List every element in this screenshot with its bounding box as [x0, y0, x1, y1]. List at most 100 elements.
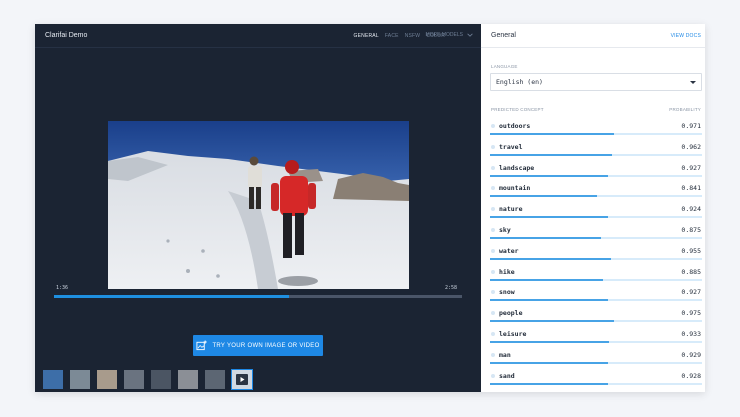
- concept-dot-icon: [491, 311, 495, 316]
- concept-name: hike: [499, 267, 515, 276]
- thumbnail[interactable]: [205, 370, 225, 389]
- video-panel: Clarifai Demo GENERAL FACE NSFW COLOR MO…: [35, 24, 481, 392]
- concept-row: water 0.955: [481, 242, 705, 263]
- concept-row: sand 0.928: [481, 367, 705, 388]
- tab-general[interactable]: GENERAL: [354, 33, 379, 39]
- try-own-image-button[interactable]: TRY YOUR OWN IMAGE OR VIDEO: [193, 335, 323, 356]
- thumbnail-strip: [43, 369, 253, 390]
- concept-probability: 0.841: [681, 184, 701, 193]
- concept-name: sand: [499, 371, 515, 380]
- chevron-down-icon: [467, 33, 473, 37]
- thumbnail[interactable]: [97, 370, 117, 389]
- caret-down-icon: [690, 81, 696, 84]
- probability-bar: [490, 382, 609, 385]
- more-models-dropdown[interactable]: MORE MODELS: [425, 32, 473, 38]
- language-value: English (en): [496, 78, 543, 86]
- language-select[interactable]: English (en): [490, 73, 702, 91]
- probability-column-header: PROBABILITY: [669, 107, 701, 112]
- probability-bar: [490, 361, 609, 364]
- concept-dot-icon: [491, 124, 495, 128]
- probability-bar: [490, 133, 614, 135]
- probability-bar: [490, 257, 612, 260]
- concept-dot-icon: [491, 186, 495, 191]
- concept-row: people 0.975: [481, 304, 705, 325]
- play-icon: [236, 374, 248, 385]
- video-frame[interactable]: [108, 121, 409, 289]
- concept-dot-icon: [491, 144, 495, 149]
- language-label: LANGUAGE: [491, 64, 518, 69]
- concept-name: leisure: [499, 329, 527, 338]
- concept-row: leisure 0.933: [481, 325, 705, 346]
- concept-probability: 0.955: [681, 246, 701, 255]
- concept-probability: 0.929: [681, 350, 701, 359]
- concept-name: travel: [499, 142, 523, 151]
- concept-probability: 0.927: [681, 163, 701, 172]
- app-title: Clarifai Demo: [45, 32, 88, 39]
- probability-bar: [490, 195, 597, 198]
- probability-bar: [490, 320, 615, 323]
- concept-row: mountain 0.841: [481, 179, 705, 200]
- concept-row: nature 0.924: [481, 200, 705, 221]
- thumbnail[interactable]: [178, 370, 198, 389]
- concept-probability: 0.975: [681, 309, 701, 318]
- concept-probability: 0.885: [681, 267, 701, 276]
- concept-name: people: [499, 309, 523, 318]
- concept-name: water: [499, 246, 519, 255]
- demo-window: Clarifai Demo GENERAL FACE NSFW COLOR MO…: [35, 24, 705, 392]
- concept-dot-icon: [491, 207, 495, 212]
- thumbnail[interactable]: [151, 370, 171, 389]
- concept-dot-icon: [491, 331, 495, 336]
- tab-nsfw[interactable]: NSFW: [405, 33, 421, 39]
- concept-row: outdoors 0.971: [481, 117, 705, 138]
- concept-probability: 0.933: [681, 329, 701, 338]
- view-docs-link[interactable]: VIEW DOCS: [671, 33, 701, 39]
- concept-row: man 0.929: [481, 346, 705, 367]
- tab-face[interactable]: FACE: [385, 33, 399, 39]
- concept-dot-icon: [491, 269, 495, 274]
- thumbnail-selected[interactable]: [231, 369, 253, 390]
- concept-name: snow: [499, 288, 515, 297]
- try-own-image-label: TRY YOUR OWN IMAGE OR VIDEO: [212, 342, 320, 349]
- concept-probability: 0.924: [681, 205, 701, 214]
- results-panel: General VIEW DOCS LANGUAGE English (en) …: [481, 24, 705, 392]
- concept-dot-icon: [491, 373, 495, 378]
- concept-name: sky: [499, 225, 511, 234]
- probability-bar: [490, 278, 603, 281]
- concept-probability: 0.971: [681, 122, 701, 130]
- thumbnail[interactable]: [43, 370, 63, 389]
- concept-name: landscape: [499, 163, 535, 172]
- concept-list: outdoors 0.971 travel 0.962 landscape 0.927 mo…: [481, 117, 705, 387]
- duration: 2:58: [445, 285, 458, 291]
- concept-name: outdoors: [499, 122, 531, 130]
- concept-name: man: [499, 350, 511, 359]
- probability-bar: [490, 340, 609, 343]
- probability-bar: [490, 236, 602, 239]
- probability-bar: [490, 299, 608, 302]
- concept-dot-icon: [491, 165, 495, 170]
- probability-bar: [490, 153, 613, 156]
- concept-row: landscape 0.927: [481, 159, 705, 180]
- concept-probability: 0.928: [681, 371, 701, 380]
- concept-probability: 0.962: [681, 142, 701, 151]
- concept-dot-icon: [491, 352, 495, 357]
- concept-dot-icon: [491, 248, 495, 253]
- video-progress-fill: [54, 295, 289, 298]
- probability-bar: [490, 216, 608, 219]
- video-seek-bar[interactable]: [54, 295, 462, 298]
- more-models-label: MORE MODELS: [425, 32, 463, 38]
- concept-probability: 0.927: [681, 288, 701, 297]
- concept-row: snow 0.927: [481, 283, 705, 304]
- panel-title: General: [491, 32, 516, 39]
- panel-header: General VIEW DOCS: [481, 24, 705, 48]
- concept-column-header: PREDICTED CONCEPT: [491, 107, 544, 112]
- concept-row: hike 0.885: [481, 263, 705, 284]
- concept-probability: 0.875: [681, 225, 701, 234]
- concept-row: travel 0.962: [481, 138, 705, 159]
- concept-row: sky 0.875: [481, 221, 705, 242]
- concept-name: nature: [499, 205, 523, 214]
- thumbnail[interactable]: [70, 370, 90, 389]
- concept-dot-icon: [491, 290, 495, 295]
- thumbnail[interactable]: [124, 370, 144, 389]
- top-bar: Clarifai Demo GENERAL FACE NSFW COLOR MO…: [35, 24, 481, 48]
- add-image-icon: [196, 340, 208, 351]
